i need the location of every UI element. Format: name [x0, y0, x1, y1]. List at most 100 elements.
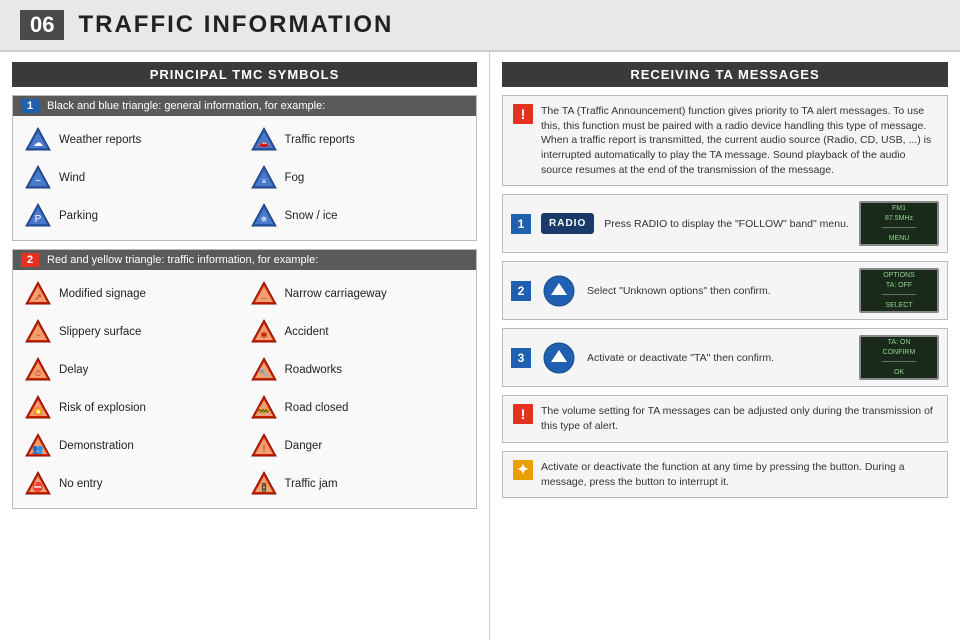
danger-label: Danger [285, 439, 323, 454]
step-1-row: 1 RADIO Press RADIO to display the "FOLL… [502, 194, 948, 253]
step-2-screen: OPTIONSTA: OFF───────SELECT [859, 268, 939, 313]
right-section-header: RECEIVING TA MESSAGES [502, 62, 948, 87]
step-1-screen: FM187.5MHz───────MENU [859, 201, 939, 246]
traffic-jam-icon: 🚦 [249, 469, 279, 499]
danger-icon: ! [249, 431, 279, 461]
svg-text:❄: ❄ [260, 215, 267, 224]
step-2-content: Select "Unknown options" then confirm. [541, 273, 849, 309]
delay-icon: ⏱ [23, 355, 53, 385]
step-1-content: RADIO Press RADIO to display the "FOLLOW… [541, 213, 849, 234]
step-2-text: Select "Unknown options" then confirm. [587, 284, 771, 299]
box1-items: ☁ Weather reports 🚗 Traffic reports [13, 116, 476, 240]
svg-text:~: ~ [36, 331, 41, 340]
modified-signage-label: Modified signage [59, 287, 146, 302]
svg-text:P: P [35, 214, 42, 225]
svg-text:!: ! [262, 444, 265, 455]
list-item: 👥 Demonstration [21, 428, 243, 464]
list-item: ! Danger [247, 428, 469, 464]
step-2-num: 2 [511, 281, 531, 301]
risk-explosion-label: Risk of explosion [59, 401, 146, 416]
note-1-box: ! The volume setting for TA messages can… [502, 395, 948, 442]
page-title: TRAFFIC INFORMATION [78, 11, 393, 39]
exclaim-icon-2: ! [513, 404, 533, 424]
svg-text:⏱: ⏱ [35, 369, 41, 378]
list-item: ⇔ Narrow carriageway [247, 276, 469, 312]
list-item: P Parking [21, 198, 243, 234]
step-1-screen-text: FM187.5MHz───────MENU [882, 204, 917, 243]
list-item: ≡ Fog [247, 160, 469, 196]
snow-ice-icon: ❄ [249, 201, 279, 231]
svg-text:⇔: ⇔ [260, 293, 268, 302]
svg-text:🚧: 🚧 [258, 406, 269, 416]
box2: 2 Red and yellow triangle: traffic infor… [12, 249, 477, 509]
left-section-header: PRINCIPAL TMC SYMBOLS [12, 62, 477, 87]
right-panel: RECEIVING TA MESSAGES ! The TA (Traffic … [490, 52, 960, 640]
step-3-num: 3 [511, 348, 531, 368]
slippery-surface-label: Slippery surface [59, 325, 141, 340]
up-arrow-2-icon [541, 340, 577, 376]
roadworks-icon: 🔧 [249, 355, 279, 385]
svg-text:💥: 💥 [32, 405, 43, 417]
list-item: ✱ Accident [247, 314, 469, 350]
list-item: ⛔ No entry [21, 466, 243, 502]
risk-explosion-icon: 💥 [23, 393, 53, 423]
traffic-jam-label: Traffic jam [285, 477, 338, 492]
note-2-text: Activate or deactivate the function at a… [541, 460, 937, 489]
step-2-row: 2 Select "Unknown options" then confirm.… [502, 261, 948, 320]
star-icon: ✦ [513, 460, 533, 480]
svg-text:↗: ↗ [34, 292, 42, 302]
svg-text:⛔: ⛔ [32, 481, 43, 492]
page-header: 06 TRAFFIC INFORMATION [0, 0, 960, 52]
box2-items: ↗ Modified signage ⇔ Narrow carriageway [13, 270, 476, 508]
no-entry-icon: ⛔ [23, 469, 53, 499]
weather-reports-label: Weather reports [59, 133, 141, 148]
wind-label: Wind [59, 171, 85, 186]
modified-signage-icon: ↗ [23, 279, 53, 309]
list-item: 🚧 Road closed [247, 390, 469, 426]
up-arrow-icon [541, 273, 577, 309]
fog-label: Fog [285, 171, 305, 186]
list-item: ☁ Weather reports [21, 122, 243, 158]
road-closed-label: Road closed [285, 401, 349, 416]
svg-text:≡: ≡ [261, 177, 266, 186]
list-item: 🚦 Traffic jam [247, 466, 469, 502]
box2-label-text: Red and yellow triangle: traffic informa… [47, 254, 318, 266]
box1-label: 1 Black and blue triangle: general infor… [13, 96, 476, 116]
step-3-content: Activate or deactivate "TA" then confirm… [541, 340, 849, 376]
traffic-reports-icon: 🚗 [249, 125, 279, 155]
demonstration-label: Demonstration [59, 439, 134, 454]
no-entry-label: No entry [59, 477, 102, 492]
wind-icon: ~ [23, 163, 53, 193]
svg-text:🔧: 🔧 [258, 367, 269, 378]
parking-label: Parking [59, 209, 98, 224]
box1: 1 Black and blue triangle: general infor… [12, 95, 477, 241]
traffic-reports-label: Traffic reports [285, 133, 355, 148]
accident-icon: ✱ [249, 317, 279, 347]
left-panel: PRINCIPAL TMC SYMBOLS 1 Black and blue t… [0, 52, 490, 640]
list-item: ↗ Modified signage [21, 276, 243, 312]
slippery-surface-icon: ~ [23, 317, 53, 347]
svg-text:🚗: 🚗 [258, 138, 269, 148]
ta-info-text: The TA (Traffic Announcement) function g… [541, 104, 937, 177]
list-item: ~ Slippery surface [21, 314, 243, 350]
step-2-screen-text: OPTIONSTA: OFF───────SELECT [882, 271, 917, 310]
list-item: 💥 Risk of explosion [21, 390, 243, 426]
ta-info-box: ! The TA (Traffic Announcement) function… [502, 95, 948, 186]
list-item: 🚗 Traffic reports [247, 122, 469, 158]
box2-label: 2 Red and yellow triangle: traffic infor… [13, 250, 476, 270]
step-3-text: Activate or deactivate "TA" then confirm… [587, 351, 774, 366]
main-content: PRINCIPAL TMC SYMBOLS 1 Black and blue t… [0, 52, 960, 640]
step-3-screen: TA: ONCONFIRM───────OK [859, 335, 939, 380]
radio-button-icon: RADIO [541, 213, 594, 234]
road-closed-icon: 🚧 [249, 393, 279, 423]
note-1-text: The volume setting for TA messages can b… [541, 404, 937, 433]
roadworks-label: Roadworks [285, 363, 343, 378]
box1-num: 1 [21, 99, 39, 113]
list-item: ⏱ Delay [21, 352, 243, 388]
chapter-number: 06 [20, 10, 64, 40]
svg-text:🚦: 🚦 [259, 482, 269, 492]
parking-icon: P [23, 201, 53, 231]
step-1-num: 1 [511, 214, 531, 234]
svg-text:✱: ✱ [260, 330, 268, 340]
fog-icon: ≡ [249, 163, 279, 193]
